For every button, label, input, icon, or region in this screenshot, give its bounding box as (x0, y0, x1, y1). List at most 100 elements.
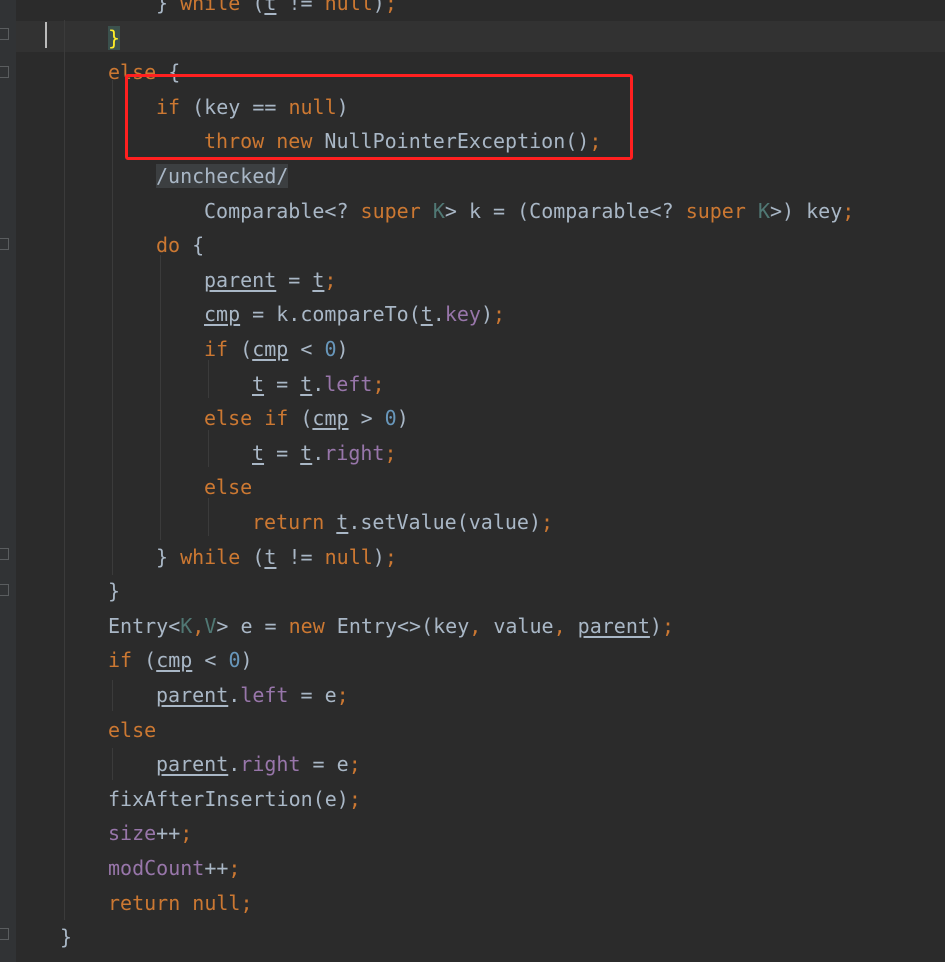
code-line[interactable]: /unchecked/ (156, 159, 289, 193)
code-token: ) (480, 302, 494, 327)
code-line[interactable]: return t.setValue(value); (252, 505, 553, 539)
code-line[interactable]: } (108, 21, 121, 55)
code-line[interactable]: parent.left = e; (156, 678, 349, 712)
code-token: ; (240, 890, 253, 915)
fold-marker-icon[interactable] (0, 66, 9, 78)
code-token: ; (661, 613, 674, 638)
code-token: ; (384, 440, 397, 465)
code-line[interactable]: size++; (108, 816, 192, 850)
fold-marker-icon[interactable] (0, 238, 9, 250)
code-token: ; (493, 302, 506, 327)
code-token: ; (842, 198, 855, 223)
code-token: , (553, 613, 566, 638)
code-token: if (108, 648, 133, 673)
code-token: 0 (228, 648, 241, 673)
code-token: ( (288, 406, 313, 431)
code-line[interactable]: } (108, 574, 120, 608)
text-caret (45, 22, 47, 48)
indent-guide (208, 430, 209, 467)
code-token: ; (541, 510, 554, 534)
code-token: ; (180, 821, 193, 846)
code-token: while (180, 544, 241, 569)
code-token: do (156, 233, 181, 258)
code-token: . (312, 440, 325, 465)
code-token: 0 (324, 337, 337, 361)
code-token: Comparable<? (204, 198, 361, 223)
code-line[interactable]: else (108, 713, 156, 747)
code-line[interactable]: do { (156, 228, 204, 262)
code-token: cmp (204, 302, 241, 327)
code-line[interactable]: Comparable<? super K> k = (Comparable<? … (204, 194, 854, 228)
code-line[interactable]: parent = t; (204, 263, 336, 297)
code-token: = (276, 267, 313, 292)
code-token: size (108, 821, 157, 846)
code-token: ; (228, 856, 241, 880)
code-line[interactable]: if (cmp < 0) (108, 643, 253, 677)
code-token: ) (649, 613, 662, 638)
code-token: . (432, 302, 445, 327)
code-token: 0 (384, 406, 397, 431)
code-token: return (108, 890, 181, 915)
code-line[interactable]: } while (t != null); (156, 540, 397, 574)
code-token: value (481, 613, 554, 638)
code-token: else (204, 475, 253, 500)
code-token: ) (336, 337, 349, 361)
code-token: cmp (156, 648, 193, 673)
code-token: = k.compareTo( (240, 302, 421, 327)
code-token: . (228, 752, 241, 777)
code-token: else (204, 406, 253, 431)
code-line[interactable]: if (cmp < 0) (204, 332, 349, 366)
code-token: t (420, 302, 433, 327)
code-token: != (276, 544, 325, 569)
code-token: ; (348, 752, 361, 777)
code-token: < (192, 648, 229, 673)
code-token: Entry<>(key (324, 613, 470, 638)
code-token: ; (384, 0, 397, 15)
code-token: null (324, 0, 373, 15)
code-token: null (192, 890, 241, 915)
code-token: left (240, 683, 289, 707)
fold-marker-icon[interactable] (0, 928, 9, 940)
code-token: ( (228, 337, 253, 361)
code-token: if (264, 406, 289, 431)
code-token: > (348, 406, 385, 431)
fold-marker-icon[interactable] (0, 584, 9, 596)
code-token: return (252, 510, 325, 534)
code-line[interactable]: fixAfterInsertion(e); (108, 782, 361, 816)
code-token: = e (288, 683, 337, 707)
code-line[interactable]: t = t.right; (252, 436, 397, 470)
code-token: parent (156, 683, 229, 707)
code-token: t (312, 267, 325, 292)
editor-gutter[interactable] (0, 0, 16, 962)
code-line[interactable]: else if (cmp > 0) (204, 401, 409, 435)
code-token: } (108, 25, 121, 50)
fold-marker-icon[interactable] (0, 548, 9, 560)
fold-marker-icon[interactable] (0, 28, 9, 40)
code-line[interactable]: cmp = k.compareTo(t.key); (204, 297, 505, 331)
code-token: super (685, 198, 746, 223)
code-token: /unchecked/ (156, 164, 289, 188)
code-line[interactable]: t = t.left; (252, 367, 384, 401)
code-token: new (288, 613, 325, 638)
code-token: ) (372, 0, 385, 15)
code-line[interactable]: } while (t != null); (156, 0, 397, 20)
code-line[interactable]: modCount++; (108, 851, 240, 885)
code-token: K (757, 198, 770, 223)
code-line[interactable]: parent.right = e; (156, 747, 361, 781)
code-line[interactable]: else (204, 470, 252, 504)
code-token: t (264, 544, 277, 569)
code-token: parent (204, 267, 277, 292)
code-line[interactable]: Entry<K,V> e = new Entry<>(key, value, p… (108, 609, 674, 643)
code-line[interactable]: return null; (108, 886, 253, 920)
code-token: cmp (252, 337, 289, 361)
code-token: = (264, 371, 301, 396)
indent-guide (112, 748, 113, 780)
red-annotation-box (125, 74, 633, 160)
code-line[interactable]: } (60, 920, 72, 954)
code-token: t (264, 0, 277, 15)
